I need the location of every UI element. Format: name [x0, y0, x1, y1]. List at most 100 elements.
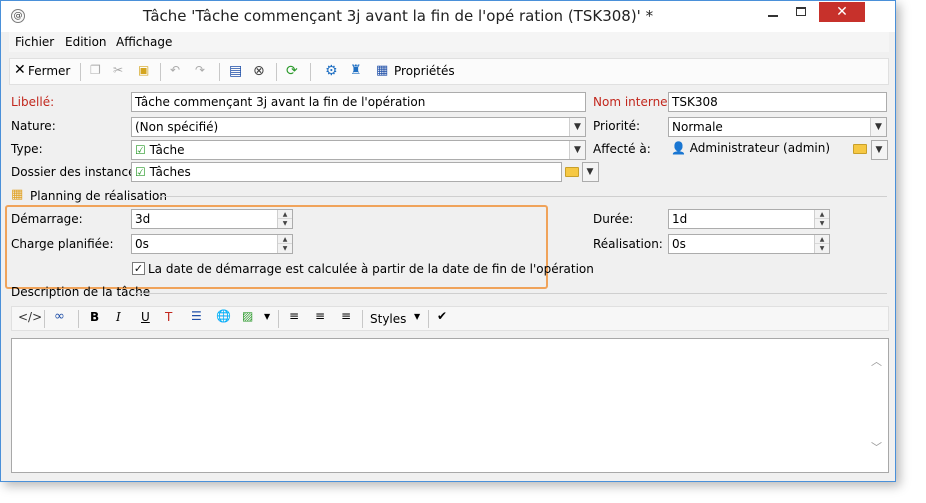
save-icon[interactable]: ▤ [229, 63, 242, 81]
affecte-label: Affecté à: [593, 142, 651, 156]
minimize-button[interactable] [759, 2, 787, 22]
spin-up-icon[interactable]: ▲ [278, 235, 292, 244]
nom-interne-value: TSK308 [672, 95, 718, 109]
spin-down-icon[interactable]: ▼ [815, 244, 829, 253]
folder-icon[interactable] [853, 144, 867, 154]
menu-fichier[interactable]: Fichier [15, 35, 54, 49]
nom-interne-label: Nom interne: [593, 95, 672, 109]
title-bar: @ Tâche 'Tâche commençant 3j avant la fi… [1, 1, 895, 32]
properties-icon[interactable]: ▦ [376, 63, 388, 81]
chevron-down-icon[interactable]: ▼ [870, 118, 886, 136]
toolbar-separator [428, 310, 429, 328]
styles-dropdown[interactable]: Styles [370, 312, 406, 326]
align-right-icon[interactable]: ≡ [341, 309, 351, 327]
demarrage-label: Démarrage: [11, 212, 83, 226]
spin-up-icon[interactable]: ▲ [815, 235, 829, 244]
paste-icon[interactable]: ▣ [138, 63, 149, 81]
text-color-icon[interactable]: T [165, 310, 172, 328]
close-window-button[interactable]: ✕ [819, 2, 865, 22]
cut-icon[interactable]: ✂ [113, 63, 123, 81]
priorite-label: Priorité: [593, 119, 641, 133]
priorite-value: Normale [672, 120, 723, 134]
toolbar-separator [44, 310, 45, 328]
affecte-field[interactable]: 👤 Administrateur (admin) [668, 139, 848, 159]
libelle-value: Tâche commençant 3j avant la fin de l'op… [135, 95, 426, 109]
description-editor[interactable]: ︿ ﹀ [11, 338, 889, 473]
redo-icon[interactable]: ↷ [195, 63, 205, 81]
libelle-input[interactable]: Tâche commençant 3j avant la fin de l'op… [131, 92, 586, 112]
spin-up-icon[interactable]: ▲ [815, 210, 829, 219]
close-button[interactable]: Fermer [28, 64, 70, 78]
affecte-dropdown[interactable]: ▼ [871, 140, 888, 160]
maximize-button[interactable] [787, 2, 815, 22]
folder-icon[interactable] [565, 167, 579, 177]
window-title: Tâche 'Tâche commençant 3j avant la fin … [142, 7, 654, 25]
charge-input[interactable]: 0s ▲ ▼ [131, 234, 293, 254]
section-divider [159, 196, 887, 197]
menu-bar: Fichier Edition Affichage [9, 32, 889, 52]
spin-down-icon[interactable]: ▼ [815, 219, 829, 228]
section-divider [135, 293, 887, 294]
nature-select[interactable]: (Non spécifié) ▼ [131, 117, 586, 137]
date-calc-label: La date de démarrage est calculée à part… [148, 262, 594, 276]
nom-interne-input[interactable]: TSK308 [668, 92, 887, 112]
nature-label: Nature: [11, 119, 56, 133]
duree-input[interactable]: 1d ▲ ▼ [668, 209, 830, 229]
type-label: Type: [11, 142, 43, 156]
dossier-input[interactable]: ☑ Tâches [131, 162, 562, 182]
underline-icon[interactable]: U [141, 310, 150, 328]
duree-spinner[interactable]: ▲ ▼ [814, 210, 829, 228]
realisation-value: 0s [672, 237, 686, 251]
workflow-icon[interactable]: ♜ [350, 63, 362, 81]
chevron-down-icon[interactable]: ▼ [264, 312, 270, 330]
settings-icon[interactable]: ⚙ [325, 63, 338, 81]
copy-icon[interactable]: ❐ [90, 63, 101, 81]
menu-edition[interactable]: Edition [65, 35, 107, 49]
cancel-icon[interactable]: ⊗ [253, 63, 265, 81]
toolbar-separator [278, 310, 279, 328]
dossier-dropdown[interactable]: ▼ [582, 162, 599, 182]
align-left-icon[interactable]: ≡ [289, 309, 299, 327]
date-calc-checkbox[interactable]: ✓ [132, 262, 145, 275]
refresh-icon[interactable]: ⟳ [286, 63, 298, 81]
realisation-spinner[interactable]: ▲ ▼ [814, 235, 829, 253]
spin-up-icon[interactable]: ▲ [278, 210, 292, 219]
undo-icon[interactable]: ↶ [170, 63, 180, 81]
charge-spinner[interactable]: ▲ ▼ [277, 235, 292, 253]
image-icon[interactable]: ▨ [242, 309, 253, 327]
chevron-down-icon[interactable]: ▼ [872, 141, 887, 159]
app-icon: @ [11, 9, 25, 23]
menu-affichage[interactable]: Affichage [116, 35, 172, 49]
realisation-label: Réalisation: [593, 237, 663, 251]
spin-down-icon[interactable]: ▼ [278, 244, 292, 253]
bold-icon[interactable]: B [90, 310, 99, 328]
list-icon[interactable]: ☰ [191, 309, 202, 327]
chevron-down-icon[interactable]: ▼ [569, 141, 585, 159]
find-icon[interactable]: ∞ [54, 309, 65, 327]
affecte-value: Administrateur (admin) [689, 141, 831, 155]
chevron-down-icon[interactable]: ▼ [583, 163, 598, 181]
italic-icon[interactable]: I [116, 310, 121, 328]
scroll-down-icon[interactable]: ﹀ [871, 439, 882, 455]
chevron-down-icon[interactable]: ▼ [569, 118, 585, 136]
planning-title: Planning de réalisation [30, 189, 167, 203]
scroll-up-icon[interactable]: ︿ [871, 353, 882, 369]
toolbar-separator [80, 63, 81, 81]
properties-button[interactable]: Propriétés [394, 64, 455, 78]
task-icon: ☑ [135, 165, 146, 179]
realisation-input[interactable]: 0s ▲ ▼ [668, 234, 830, 254]
charge-label: Charge planifiée: [11, 237, 114, 251]
toolbar-separator [160, 63, 161, 81]
type-select[interactable]: ☑ Tâche ▼ [131, 140, 586, 160]
demarrage-spinner[interactable]: ▲ ▼ [277, 210, 292, 228]
link-icon[interactable]: 🌐 [216, 309, 231, 327]
priorite-select[interactable]: Normale ▼ [668, 117, 887, 137]
source-icon[interactable]: </> [18, 310, 42, 328]
spellcheck-icon[interactable]: ✔ [437, 309, 447, 327]
align-center-icon[interactable]: ≡ [315, 309, 325, 327]
demarrage-input[interactable]: 3d ▲ ▼ [131, 209, 293, 229]
description-title: Description de la tâche [11, 285, 151, 299]
spin-down-icon[interactable]: ▼ [278, 219, 292, 228]
chevron-down-icon[interactable]: ▼ [414, 312, 420, 330]
charge-value: 0s [135, 237, 149, 251]
